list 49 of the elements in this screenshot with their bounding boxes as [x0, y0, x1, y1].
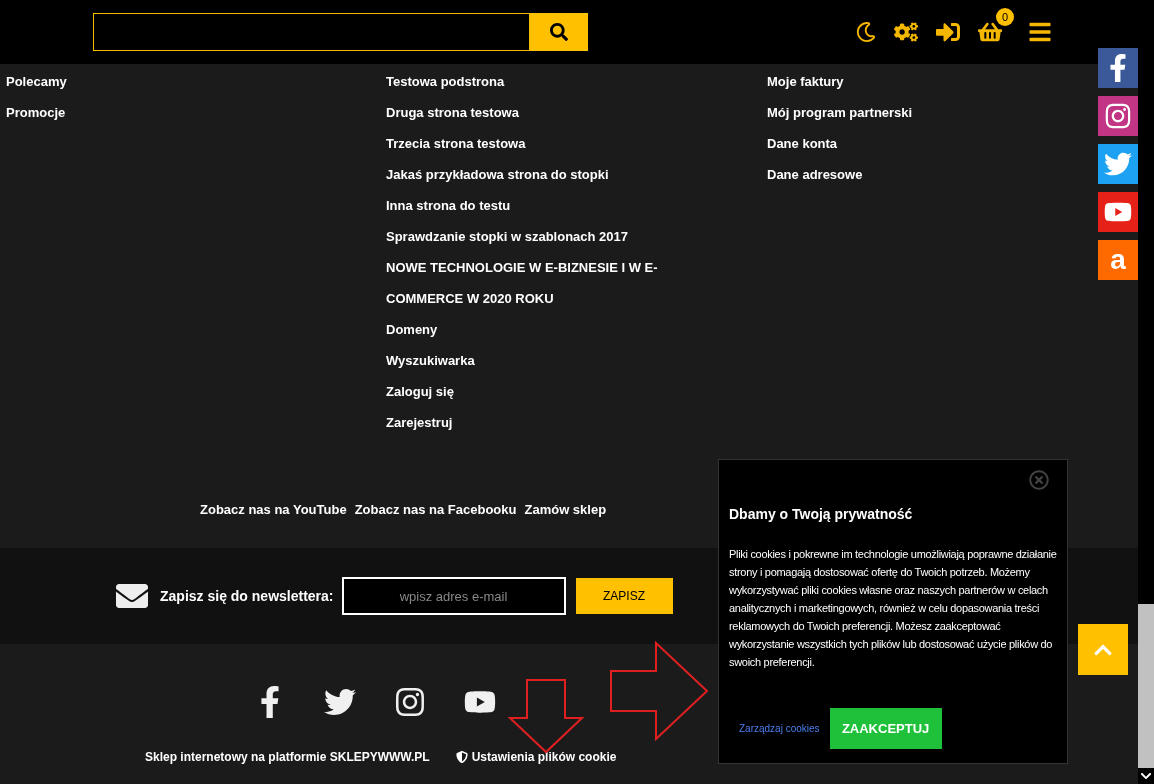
- instagram-icon: [394, 686, 426, 718]
- footer-menu-link[interactable]: Domeny: [386, 314, 438, 345]
- footer-menu-link[interactable]: Inna strona do testu: [386, 190, 511, 221]
- footer-menu-link[interactable]: Druga strona testowa: [386, 97, 519, 128]
- footer-link[interactable]: Zobacz nas na YouTube: [200, 500, 347, 520]
- manage-cookies-link[interactable]: Zarządzaj cookies: [739, 721, 820, 736]
- social-tab[interactable]: [1098, 96, 1138, 136]
- footer-menu-link[interactable]: Mój program partnerski: [767, 97, 913, 128]
- footer-link[interactable]: Zobacz nas na Facebooku: [354, 500, 517, 520]
- social-tab[interactable]: [1098, 144, 1138, 184]
- moon-icon[interactable]: [856, 22, 876, 42]
- footer-menu-link[interactable]: NOWE TECHNOLOGIE W E-BIZNESIE I W E-COMMERCE W 2020 ROKU: [386, 252, 716, 314]
- cookie-settings-link[interactable]: Ustawienia plików cookie: [455, 748, 617, 766]
- footer-menu-link[interactable]: Zaloguj się: [386, 376, 454, 407]
- footer-menu-link[interactable]: Wyszukiwarka: [386, 345, 475, 376]
- scrollbar[interactable]: [1138, 0, 1154, 784]
- cookie-dialog-text: Pliki cookies i pokrewne im technologie umożliwiają poprawne działanie strony i pomagają dostosować ofertę do Twoich potrzeb. Możemy wykorzystywać pliki cookies własne oraz naszych partnerów w celach analitycznych i marketingowych, również w celu dopasowania treści reklamowych do Twoich preferencji. Możesz zaakceptować wykorzystanie wszystkich tych plików lub dostosować użycie plików do swoich preferencji.: [729, 547, 1057, 670]
- footer-menu-link[interactable]: Jakaś przykładowa strona do stopki: [386, 159, 609, 190]
- footer-menu-link[interactable]: Trzecia strona testowa: [386, 128, 526, 159]
- settings-icon[interactable]: [894, 20, 918, 44]
- login-icon[interactable]: [936, 20, 960, 44]
- scrollbar-thumb[interactable]: [1138, 604, 1154, 768]
- scroll-down-icon[interactable]: [1140, 770, 1152, 782]
- social-tab[interactable]: [1098, 48, 1138, 88]
- search-icon: [550, 23, 568, 41]
- footer-menu-link[interactable]: Polecamy: [6, 66, 67, 97]
- footer-link[interactable]: Zamów sklep: [524, 500, 607, 520]
- footer-menu-link[interactable]: Moje faktury: [767, 66, 844, 97]
- menu-icon[interactable]: [1028, 20, 1052, 44]
- search-field[interactable]: [93, 13, 530, 51]
- email-field[interactable]: wpisz adres e-mail: [341, 577, 566, 615]
- newsletter-label: Zapisz się do newslettera:: [160, 586, 334, 606]
- subscribe-button[interactable]: ZAPISZ: [575, 578, 673, 614]
- instagram-icon: [1104, 102, 1132, 130]
- shield-icon: [455, 751, 468, 763]
- footer-menu-link[interactable]: Promocje: [6, 97, 66, 128]
- footer-menu-link[interactable]: Dane konta: [767, 128, 838, 159]
- footer-menu-link[interactable]: Zarejestruj: [386, 407, 453, 438]
- footer-menu-link[interactable]: Sprawdzanie stopki w szablonach 2017: [386, 221, 629, 252]
- basket-icon[interactable]: [978, 20, 1002, 44]
- cookie-dialog-title: Dbamy o Twoją prywatność: [729, 505, 914, 524]
- platform-text: Sklep internetowy na platformie SKLEPYWWW.PL: [145, 749, 430, 766]
- twitter-icon: [1104, 150, 1132, 178]
- twitter-icon: [324, 686, 356, 718]
- search-button[interactable]: [530, 13, 588, 51]
- footer-menu-link[interactable]: Testowa podstrona: [386, 66, 505, 97]
- social-tab[interactable]: [1098, 192, 1138, 232]
- footer-menu-link[interactable]: Dane adresowe: [767, 159, 863, 190]
- cart-count-badge: 0: [996, 8, 1014, 26]
